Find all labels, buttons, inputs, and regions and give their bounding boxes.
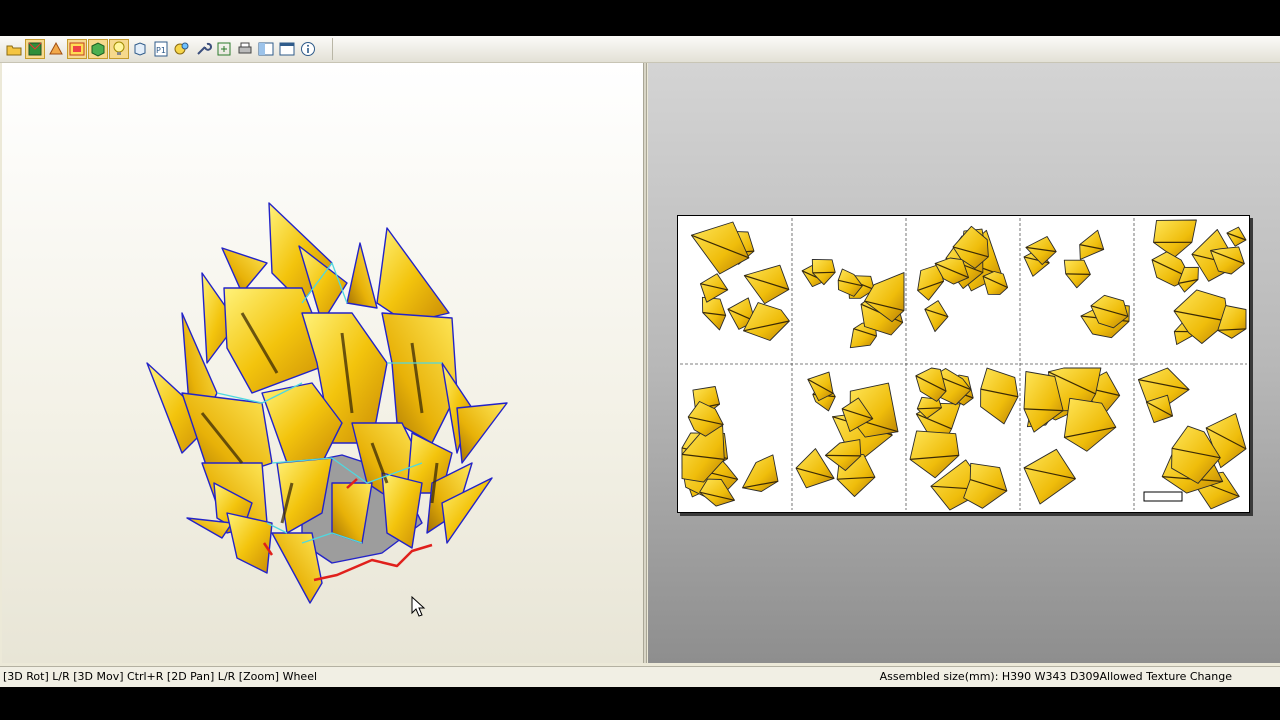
wrench-button[interactable] — [193, 39, 213, 59]
zoom-fit-icon — [217, 42, 231, 56]
paper-sheet[interactable] — [677, 215, 1250, 513]
fold-line — [825, 454, 861, 457]
statusbar: [3D Rot] L/R [3D Mov] Ctrl+R [2D Pan] L/… — [0, 666, 1280, 687]
texture-icon — [69, 42, 85, 56]
edge-tool-button[interactable] — [46, 39, 66, 59]
window-single-icon — [279, 42, 295, 56]
print-icon — [238, 42, 252, 54]
window-left-button[interactable] — [256, 39, 276, 59]
window-single-button[interactable] — [277, 39, 297, 59]
unfolded-part[interactable] — [963, 462, 1008, 509]
paint-button[interactable] — [172, 39, 192, 59]
light-bulb-icon — [113, 41, 125, 55]
3d-model-icon — [28, 42, 42, 56]
unfolded-parts — [681, 219, 1247, 511]
toolbar-separator — [332, 38, 333, 60]
unfolded-part[interactable] — [915, 367, 947, 402]
scale-box — [1143, 491, 1183, 502]
page-p1-button[interactable]: P1 — [151, 39, 171, 59]
wrench-icon — [197, 42, 212, 55]
page-p1-icon: P1 — [154, 41, 168, 57]
3d-view[interactable] — [2, 63, 643, 663]
texture-button[interactable] — [67, 39, 87, 59]
unfolded-part[interactable] — [690, 221, 750, 275]
info-button[interactable] — [298, 39, 318, 59]
edge-tool-icon — [49, 41, 63, 55]
3d-cube-button[interactable] — [130, 39, 150, 59]
unfolded-part[interactable] — [982, 271, 1009, 295]
status-assembled-size: Assembled size(mm): H390 W343 D309Allowe… — [879, 670, 1232, 683]
paint-icon — [174, 42, 189, 55]
3d-model-canvas[interactable] — [2, 63, 643, 663]
2d-pattern-canvas[interactable] — [678, 216, 1249, 512]
cube-view-icon — [91, 42, 105, 57]
unfolded-part[interactable] — [1153, 219, 1197, 258]
3d-cube-icon — [134, 42, 146, 56]
status-hint: [3D Rot] L/R [3D Mov] Ctrl+R [2D Pan] L/… — [3, 670, 318, 683]
open-button[interactable] — [4, 39, 24, 59]
3d-model-button[interactable] — [25, 39, 45, 59]
fold-line — [1065, 273, 1091, 275]
page-p1-label: P1 — [156, 46, 166, 55]
info-icon — [301, 42, 315, 56]
cube-view-button[interactable] — [88, 39, 108, 59]
unfolded-part[interactable] — [743, 264, 790, 305]
toolbar: P1 — [0, 36, 1280, 63]
light-bulb-button[interactable] — [109, 39, 129, 59]
hair-model — [146, 202, 508, 604]
toolbar-buttons: P1 — [4, 39, 318, 59]
2d-view[interactable] — [648, 63, 1280, 663]
view-splitter[interactable] — [643, 63, 647, 663]
fold-line — [812, 271, 836, 274]
zoom-fit-button[interactable] — [214, 39, 234, 59]
unfolded-part[interactable] — [742, 454, 779, 492]
mouse-cursor-icon — [411, 596, 426, 617]
pepakura-window: P1 [3D Rot] L/R [3D Mov] Ctrl+R [2D Pan]… — [0, 36, 1280, 687]
window-left-icon — [258, 42, 274, 56]
open-icon — [6, 45, 22, 56]
print-button[interactable] — [235, 39, 255, 59]
